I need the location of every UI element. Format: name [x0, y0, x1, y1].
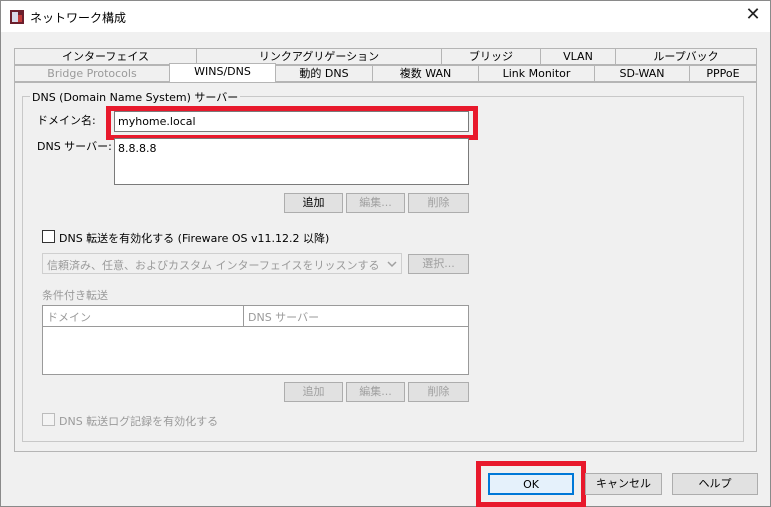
select-button: 選択...: [408, 254, 469, 274]
column-header-dns-server-text: DNS サーバー: [248, 311, 320, 324]
domain-label: ドメイン名:: [37, 114, 96, 127]
delete-server-button: 削除: [408, 193, 469, 213]
add-conditional-button: 追加: [284, 382, 343, 402]
highlight-domain: [106, 106, 478, 140]
dns-forwarding-log-checkbox: [42, 413, 55, 426]
listen-interfaces-select: 信頼済み、任意、およびカスタム インターフェイスをリッスンする: [42, 253, 402, 274]
dns-server-list[interactable]: 8.8.8.8: [114, 138, 469, 185]
tab-wins-dns[interactable]: WINS/DNS: [169, 63, 276, 82]
delete-conditional-button: 削除: [408, 382, 469, 402]
tab-vlan[interactable]: VLAN: [540, 48, 616, 65]
tab-loopback[interactable]: ループバック: [615, 48, 757, 65]
close-button[interactable]: ✕: [740, 4, 766, 26]
add-server-button[interactable]: 追加: [284, 193, 343, 213]
dns-forwarding-log-label: DNS 転送ログ記録を有効化する: [59, 415, 219, 428]
tab-multi-wan[interactable]: 複数 WAN: [372, 65, 479, 82]
tab-bridge[interactable]: ブリッジ: [441, 48, 541, 65]
app-icon: [10, 10, 24, 24]
column-header-domain-text: ドメイン: [47, 311, 91, 324]
conditional-forwarding-table: ドメイン DNS サーバー: [42, 305, 469, 375]
conditional-forwarding-label: 条件付き転送: [42, 289, 108, 302]
cancel-button[interactable]: キャンセル: [585, 473, 662, 495]
edit-server-button: 編集...: [346, 193, 405, 213]
help-button[interactable]: ヘルプ: [672, 473, 758, 495]
chevron-down-icon: [387, 261, 397, 268]
dns-forwarding-checkbox[interactable]: [42, 230, 55, 243]
dns-forwarding-label: DNS 転送を有効化する (Fireware OS v11.12.2 以降): [59, 232, 330, 245]
column-header-domain: ドメイン: [43, 306, 244, 327]
tab-dynamic-dns[interactable]: 動的 DNS: [275, 65, 373, 82]
tab-sd-wan[interactable]: SD-WAN: [594, 65, 690, 82]
dns-group-legend: DNS (Domain Name System) サーバー: [30, 89, 241, 105]
edit-conditional-button: 編集...: [346, 382, 405, 402]
dns-server-label: DNS サーバー:: [37, 140, 112, 153]
highlight-ok: [476, 461, 586, 507]
listen-select-value: 信頼済み、任意、およびカスタム インターフェイスをリッスンする: [47, 259, 380, 272]
tab-pppoe[interactable]: PPPoE: [689, 65, 757, 82]
tab-link-monitor[interactable]: Link Monitor: [478, 65, 595, 82]
tab-bridge-protocols: Bridge Protocols: [14, 65, 170, 82]
column-header-dns-server: DNS サーバー: [244, 306, 468, 327]
list-item[interactable]: 8.8.8.8: [118, 142, 156, 155]
window-title: ネットワーク構成: [30, 11, 127, 25]
